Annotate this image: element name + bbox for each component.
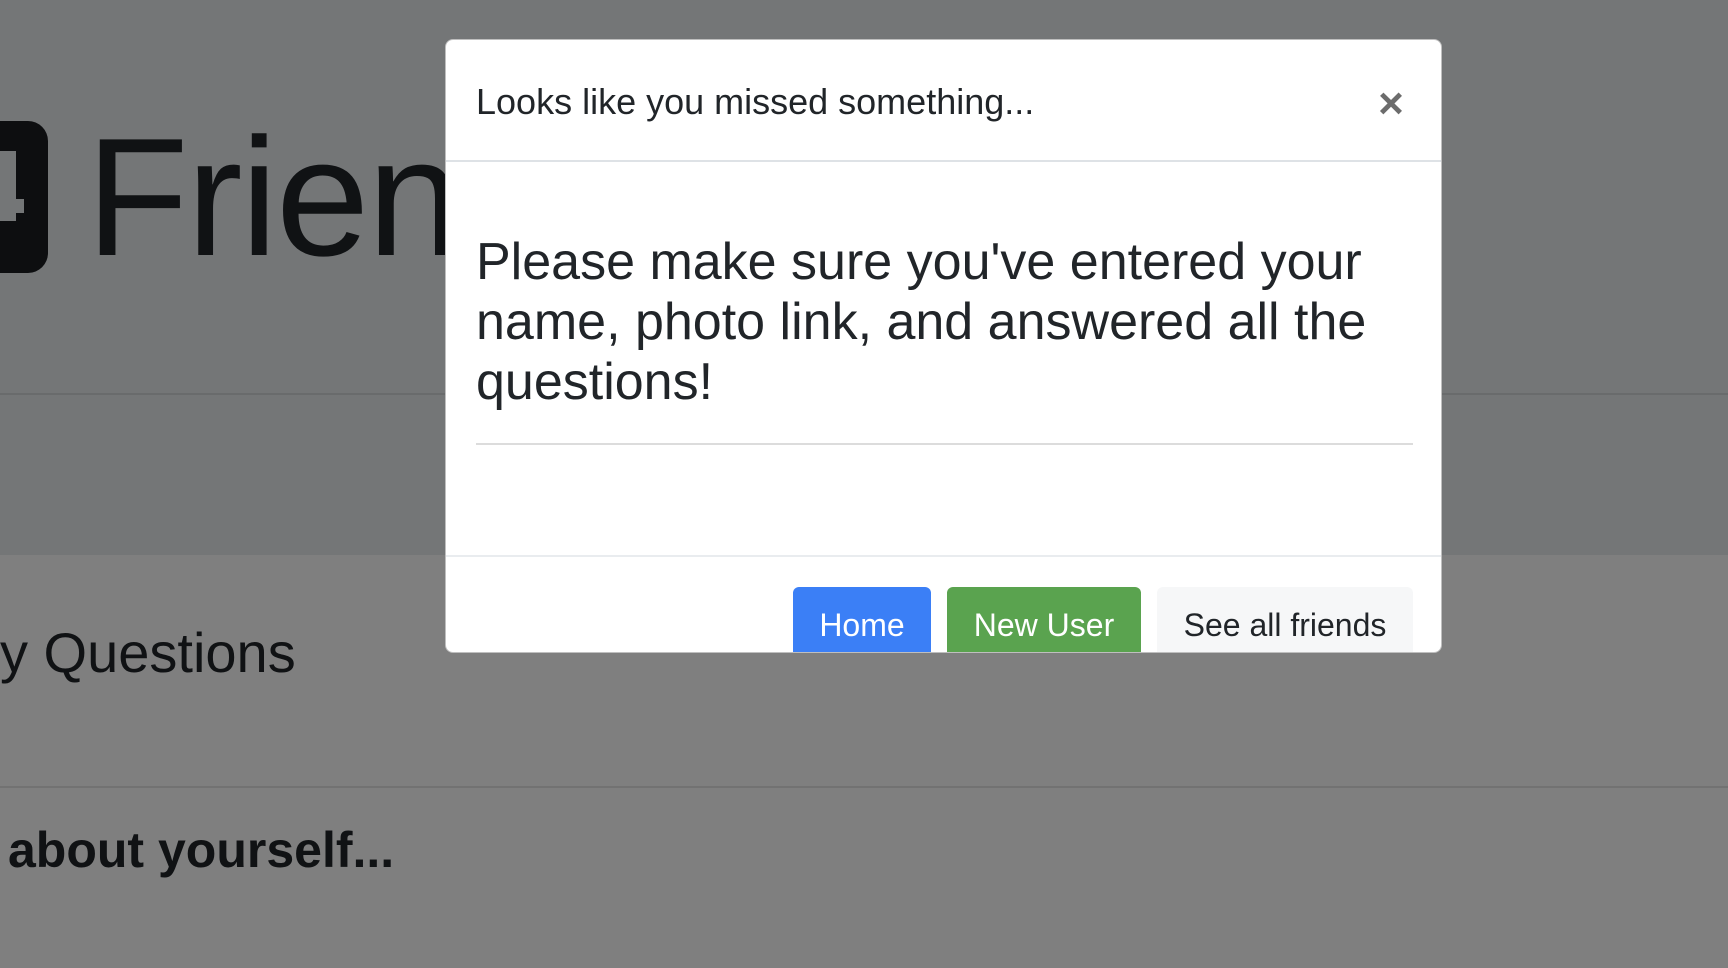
modal-title: Looks like you missed something... [476,81,1035,122]
new-user-button[interactable]: New User [947,587,1141,652]
modal-footer: Home New User See all friends [446,555,1441,652]
close-icon[interactable]: × [1369,82,1413,126]
home-button[interactable]: Home [793,587,931,652]
modal-message: Please make sure you've entered your nam… [476,233,1367,411]
modal-header: Looks like you missed something... × [446,40,1441,162]
modal-body-divider [476,443,1413,445]
page: Frien y Questions about yourself... Look… [0,0,1728,968]
modal-dialog: Looks like you missed something... × Ple… [445,39,1442,653]
see-all-friends-button[interactable]: See all friends [1157,587,1413,652]
